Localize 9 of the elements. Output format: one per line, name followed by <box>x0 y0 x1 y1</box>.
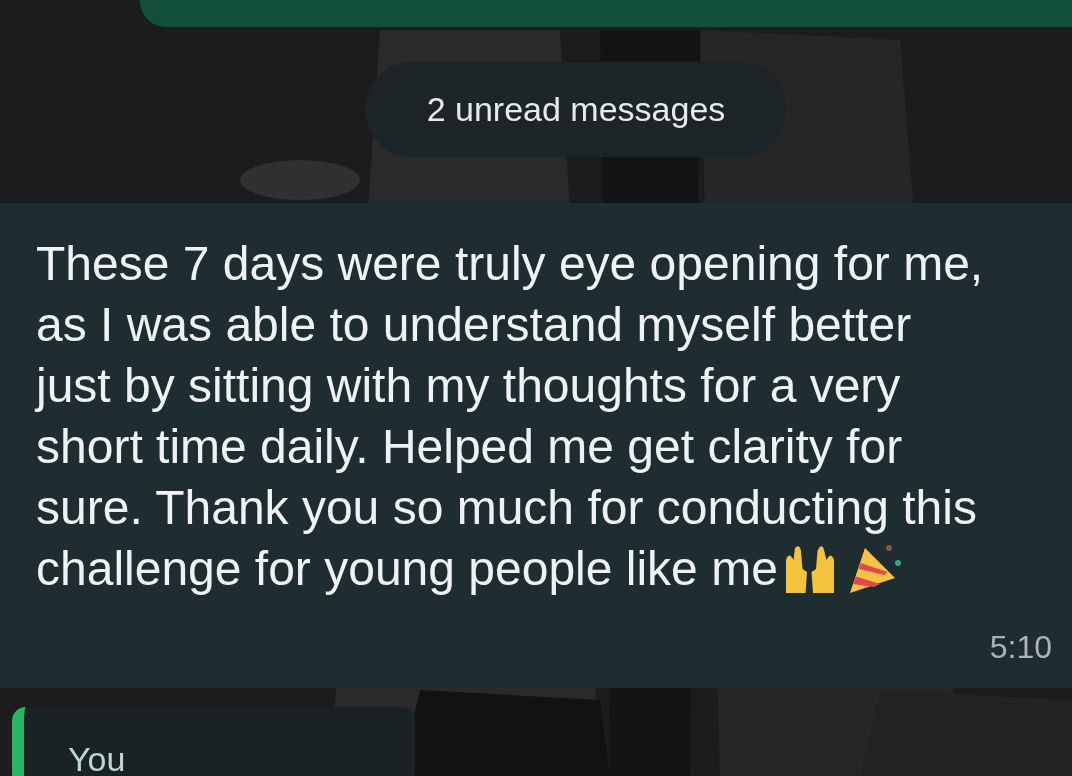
message-line: short time daily. Helped me get clarity for <box>36 419 903 475</box>
message-line: These 7 days were truly eye opening for me, <box>36 236 984 292</box>
message-time: 5:10 <box>989 629 1052 666</box>
unread-banner: 2 unread messages <box>364 62 788 157</box>
message-line: challenge for young people like me <box>36 541 778 597</box>
reply-author: You <box>68 740 126 776</box>
message-line: as I was able to understand myself better <box>36 297 912 353</box>
message-line: just by sitting with my thoughts for a very <box>36 358 901 414</box>
message-line: sure. Thank you so much for conducting this <box>36 480 977 536</box>
